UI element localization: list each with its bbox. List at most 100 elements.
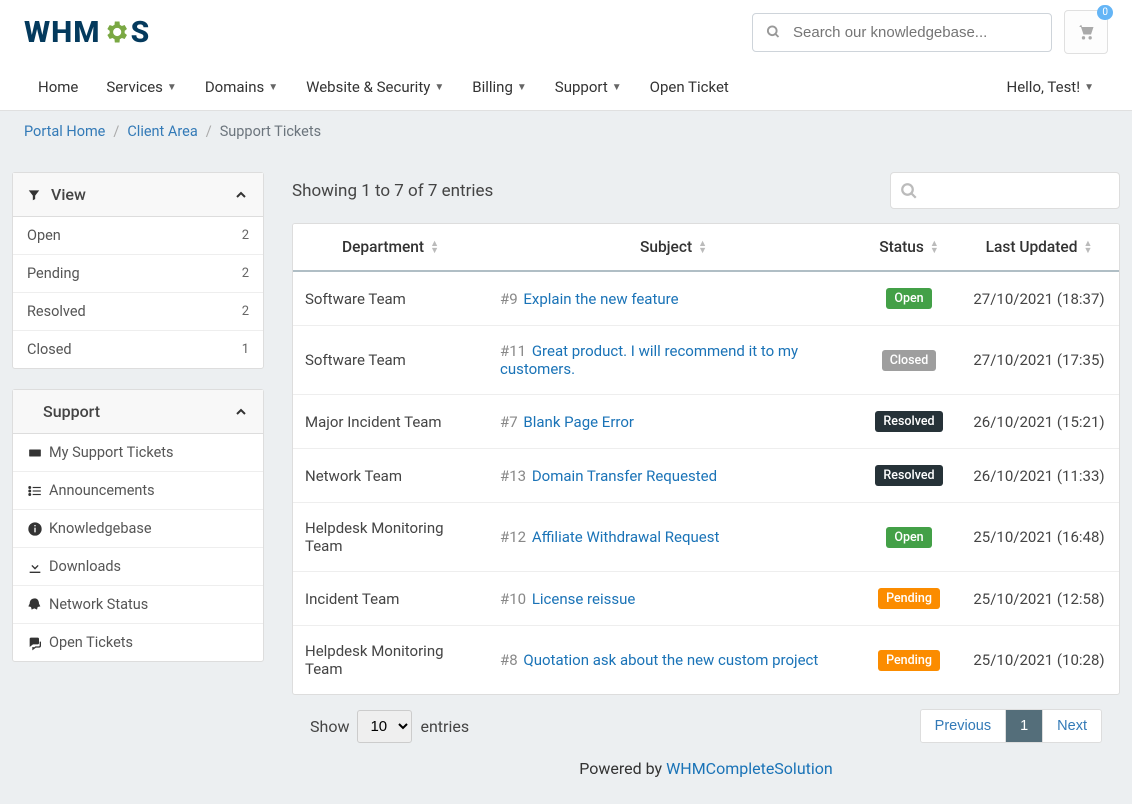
cell-department: Helpdesk Monitoring Team	[293, 503, 488, 572]
breadcrumb-item[interactable]: Client Area	[127, 123, 197, 140]
ticket-link[interactable]: #10 License reissue	[500, 590, 635, 608]
breadcrumb-item[interactable]: Portal Home	[24, 123, 105, 140]
nav-label: Open Ticket	[650, 78, 729, 96]
table-search-input[interactable]	[890, 172, 1120, 209]
entries-select[interactable]: 10	[357, 710, 412, 743]
col-updated[interactable]: Last Updated▲▼	[959, 224, 1119, 271]
chevron-up-icon	[233, 404, 249, 420]
cart-badge: 0	[1097, 5, 1113, 20]
ticket-row[interactable]: Major Incident Team #7 Blank Page Error Re…	[293, 395, 1119, 449]
show-label-post: entries	[420, 717, 469, 736]
filter-count: 1	[242, 342, 249, 357]
powered-link[interactable]: WHMCompleteSolution	[666, 759, 833, 778]
nav-support[interactable]: Support ▼	[541, 64, 636, 110]
filter-pending[interactable]: Pending2	[13, 254, 263, 292]
chevron-down-icon: ▼	[612, 82, 622, 93]
cell-department: Software Team	[293, 326, 488, 395]
user-greeting: Hello, Test!	[1007, 78, 1081, 96]
sort-icon: ▲▼	[430, 241, 439, 255]
ticket-link[interactable]: #9 Explain the new feature	[500, 290, 679, 308]
page-1[interactable]: 1	[1005, 710, 1042, 742]
filter-count: 2	[242, 304, 249, 319]
support-link-label: Announcements	[49, 482, 155, 499]
info-icon	[27, 521, 49, 537]
cell-status: Closed	[859, 326, 959, 395]
support-network-status[interactable]: Network Status	[13, 585, 263, 623]
cell-status: Pending	[859, 626, 959, 695]
ticket-row[interactable]: Software Team #11 Great product. I will r…	[293, 326, 1119, 395]
page-next[interactable]: Next	[1042, 710, 1101, 742]
cell-subject: #9 Explain the new feature	[488, 271, 859, 326]
status-badge: Pending	[878, 650, 940, 671]
chevron-up-icon	[233, 187, 249, 203]
ticket-row[interactable]: Incident Team #10 License reissue Pending2…	[293, 572, 1119, 626]
filter-label: Pending	[27, 265, 80, 282]
filter-closed[interactable]: Closed 1	[13, 330, 263, 368]
ticket-link[interactable]: #13 Domain Transfer Requested	[500, 467, 717, 485]
sort-icon: ▲▼	[930, 241, 939, 255]
cart-button[interactable]: 0	[1064, 10, 1108, 54]
cell-status: Resolved	[859, 395, 959, 449]
cell-updated: 26/10/2021 (15:21)	[959, 395, 1119, 449]
cell-department: Helpdesk Monitoring Team	[293, 626, 488, 695]
support-card-header[interactable]: Support	[13, 390, 263, 434]
support-announcements[interactable]: Announcements	[13, 471, 263, 509]
cell-status: Pending	[859, 572, 959, 626]
cell-department: Incident Team	[293, 572, 488, 626]
col-subject[interactable]: Subject▲▼	[488, 224, 859, 271]
nav-services[interactable]: Services ▼	[92, 64, 190, 110]
nav-domains[interactable]: Domains ▼	[191, 64, 292, 110]
cell-department: Major Incident Team	[293, 395, 488, 449]
cell-updated: 26/10/2021 (11:33)	[959, 449, 1119, 503]
support-link-label: Knowledgebase	[49, 520, 152, 537]
filter-icon	[27, 188, 41, 202]
nav-website-security[interactable]: Website & Security ▼	[292, 64, 458, 110]
support-link-label: My Support Tickets	[49, 444, 174, 461]
cell-updated: 25/10/2021 (12:58)	[959, 572, 1119, 626]
page-prev[interactable]: Previous	[921, 710, 1005, 742]
ticket-link[interactable]: #8 Quotation ask about the new custom pr…	[500, 651, 818, 669]
filter-open[interactable]: Open2	[13, 217, 263, 254]
powered-by: Powered by WHMCompleteSolution	[292, 749, 1120, 784]
comments-icon	[27, 635, 49, 651]
support-knowledgebase[interactable]: Knowledgebase	[13, 509, 263, 547]
search-icon	[766, 25, 781, 40]
filter-label: Closed	[27, 341, 72, 358]
gear-icon	[102, 18, 130, 46]
list-icon	[27, 484, 49, 498]
logo[interactable]: WHM S	[24, 15, 150, 50]
status-badge: Resolved	[875, 411, 942, 432]
filter-label: Resolved	[27, 303, 86, 320]
support-link-label: Open Tickets	[49, 634, 133, 651]
nav-billing[interactable]: Billing ▼	[458, 64, 541, 110]
cell-subject: #13 Domain Transfer Requested	[488, 449, 859, 503]
ticket-row[interactable]: Helpdesk Monitoring Team #12 Affiliate Wi…	[293, 503, 1119, 572]
cell-status: Open	[859, 271, 959, 326]
nav-home[interactable]: Home	[24, 64, 92, 110]
ticket-row[interactable]: Network Team #13 Domain Transfer Requeste…	[293, 449, 1119, 503]
nav-open-ticket[interactable]: Open Ticket	[636, 64, 743, 110]
ticket-link[interactable]: #7 Blank Page Error	[500, 413, 634, 431]
user-menu[interactable]: Hello, Test! ▼	[993, 64, 1109, 110]
filter-resolved[interactable]: Resolved 2	[13, 292, 263, 330]
support-my-support-tickets[interactable]: My Support Tickets	[13, 434, 263, 471]
support-downloads[interactable]: Downloads	[13, 547, 263, 585]
entries-info: Showing 1 to 7 of 7 entries	[292, 181, 493, 201]
sort-icon: ▲▼	[698, 241, 707, 255]
view-filter-card: View Open2Pending2 Resolved 2 Closed 1	[12, 172, 264, 369]
ticket-link[interactable]: #12 Affiliate Withdrawal Request	[500, 528, 719, 546]
kb-search-input[interactable]	[752, 13, 1052, 52]
support-link-label: Downloads	[49, 558, 121, 575]
support-title: Support	[43, 402, 100, 421]
ticket-link[interactable]: #11 Great product. I will recommend it t…	[500, 342, 798, 378]
col-department[interactable]: Department▲▼	[293, 224, 488, 271]
ticket-icon	[27, 446, 49, 460]
sort-icon: ▲▼	[1083, 241, 1092, 255]
view-filter-header[interactable]: View	[13, 173, 263, 217]
ticket-row[interactable]: Helpdesk Monitoring Team #8 Quotation ask…	[293, 626, 1119, 695]
col-status[interactable]: Status▲▼	[859, 224, 959, 271]
cell-department: Network Team	[293, 449, 488, 503]
support-open-tickets[interactable]: Open Tickets	[13, 623, 263, 661]
ticket-row[interactable]: Software Team#9 Explain the new featureO…	[293, 271, 1119, 326]
cell-subject: #8 Quotation ask about the new custom pr…	[488, 626, 859, 695]
